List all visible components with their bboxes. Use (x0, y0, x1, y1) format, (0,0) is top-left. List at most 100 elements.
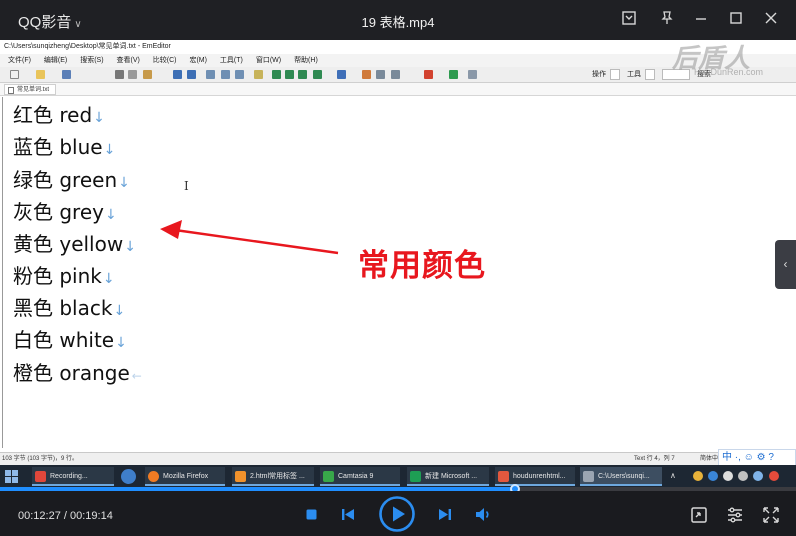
tool-icon[interactable] (362, 70, 371, 79)
copy-icon[interactable] (128, 70, 137, 79)
annotation-label: 常用颜色 (358, 248, 486, 283)
undo-icon[interactable] (173, 70, 182, 79)
tool-icon[interactable] (391, 70, 400, 79)
replace-icon[interactable] (235, 70, 244, 79)
new-file-icon[interactable] (10, 70, 19, 79)
stop-icon[interactable] (306, 509, 317, 520)
maximize-icon[interactable] (726, 10, 746, 30)
save-icon[interactable] (62, 70, 71, 79)
text-line: 灰色 grey↓ (13, 200, 117, 224)
minimize-icon[interactable] (691, 10, 711, 30)
settings-icon[interactable] (726, 506, 744, 524)
taskbar-item-html-file[interactable]: 2.html常用标签 ... (232, 467, 314, 486)
record-icon[interactable] (424, 70, 433, 79)
windows-taskbar: Recording... Mozilla Firefox 2.html常用标签 … (0, 465, 796, 488)
status-position: Text 行 4，列 7 (634, 456, 675, 462)
tab-label: 常见单词.txt (17, 87, 50, 93)
screenshot-icon[interactable] (690, 506, 708, 524)
taskbar-item-camtasia[interactable]: Camtasia 9 (320, 467, 400, 486)
find-icon[interactable] (206, 70, 215, 79)
highlight-icon[interactable] (254, 70, 263, 79)
cut-icon[interactable] (115, 70, 124, 79)
firefox-icon (148, 471, 159, 482)
taskbar-item-houdunren[interactable]: houdunrenhtml... (495, 467, 575, 486)
tool-dropdown[interactable] (645, 69, 655, 80)
menu-help[interactable]: 帮助(H) (294, 57, 318, 64)
playlist-toggle-button[interactable]: ‹ (775, 240, 796, 289)
play-button[interactable] (378, 495, 416, 533)
fullscreen-icon[interactable] (762, 506, 780, 524)
playback-controls: 00:12:27 / 00:19:14 (0, 491, 796, 536)
windows-start-icon[interactable] (4, 469, 19, 484)
current-time: 00:12:27 (18, 510, 61, 522)
chevron-left-icon: ‹ (783, 257, 788, 271)
macro-icon[interactable] (337, 70, 346, 79)
menu-view[interactable]: 查看(V) (117, 57, 140, 64)
total-time: 00:19:14 (70, 510, 113, 522)
text-line: 红色 red↓ (13, 103, 105, 127)
spreadsheet-icon (410, 471, 421, 482)
task-view-icon[interactable] (121, 469, 136, 484)
text-line: 黑色 black↓ (13, 296, 126, 320)
annotation-arrow (160, 220, 339, 255)
close-icon[interactable] (761, 10, 781, 30)
previous-icon[interactable] (341, 508, 355, 521)
newline-mark: ↓ (113, 303, 126, 319)
tray-app-icon[interactable] (753, 471, 763, 481)
next-icon[interactable] (438, 508, 452, 521)
menu-window[interactable]: 窗口(W) (256, 57, 281, 64)
tray-app-icon[interactable] (769, 471, 779, 481)
newline-mark: ↓ (115, 335, 127, 351)
video-frame[interactable]: C:\Users\sunqizheng\Desktop\常见单词.txt - E… (0, 40, 796, 488)
tool-icon[interactable] (376, 70, 385, 79)
tray-app-icon[interactable] (693, 471, 703, 481)
view-icon[interactable] (298, 70, 307, 79)
redo-icon[interactable] (187, 70, 196, 79)
shield-icon[interactable] (708, 471, 718, 481)
player-titlebar: QQ影音 ∨ 19 表格.mp4 (0, 0, 796, 40)
tray-chevron-icon[interactable]: ∧ (670, 471, 676, 480)
menu-macro[interactable]: 宏(M) (189, 57, 207, 64)
paste-icon[interactable] (143, 70, 152, 79)
newline-mark: ↓ (104, 207, 117, 223)
app-icon (498, 471, 509, 482)
camtasia-icon (323, 471, 334, 482)
view-icon[interactable] (285, 70, 294, 79)
volume-icon[interactable] (738, 471, 748, 481)
toolbar-label-sort: 操作 (592, 71, 606, 78)
sort-dropdown[interactable] (610, 69, 620, 80)
taskbar-item-emeditor[interactable]: C:\Users\sunqi... (580, 467, 662, 486)
find-next-icon[interactable] (221, 70, 230, 79)
view-icon[interactable] (272, 70, 281, 79)
menu-tools[interactable]: 工具(T) (220, 57, 243, 64)
play-macro-icon[interactable] (449, 70, 458, 79)
menu-edit[interactable]: 编辑(E) (44, 57, 67, 64)
editor-icon (235, 471, 246, 482)
newline-mark: ↓ (118, 175, 130, 191)
menu-search[interactable]: 搜索(S) (80, 57, 103, 64)
document-icon (8, 87, 14, 94)
plugin-icon[interactable] (468, 70, 477, 79)
document-icon (583, 471, 594, 482)
open-folder-icon[interactable] (36, 70, 45, 79)
taskbar-item-firefox[interactable]: Mozilla Firefox (145, 467, 225, 486)
volume-icon[interactable] (475, 507, 492, 522)
menu-compare[interactable]: 比较(C) (153, 57, 177, 64)
text-line: 橙色 orange ← (13, 361, 142, 385)
text-line: 白色 white↓ (13, 328, 127, 352)
taskbar-item-recording[interactable]: Recording... (32, 467, 114, 486)
editor-title: C:\Users\sunqizheng\Desktop\常见单词.txt - E… (4, 43, 171, 50)
taskbar-item-spreadsheet[interactable]: 新建 Microsoft ... (407, 467, 489, 486)
menu-file[interactable]: 文件(F) (8, 57, 31, 64)
tab-document[interactable]: 常见单词.txt (4, 84, 57, 95)
ime-toolbar[interactable]: 中 ·, ☺ ⚙ ? (718, 449, 796, 466)
text-cursor-icon: I (184, 179, 189, 193)
newline-mark: ↓ (124, 239, 136, 255)
network-icon[interactable] (723, 471, 733, 481)
editor-tabbar: 常见单词.txt (0, 83, 796, 96)
view-icon[interactable] (313, 70, 322, 79)
time-display: 00:12:27 / 00:19:14 (18, 510, 113, 522)
pin-icon[interactable] (657, 10, 677, 30)
time-separator: / (60, 510, 70, 522)
screenshot-icon[interactable] (619, 10, 639, 30)
